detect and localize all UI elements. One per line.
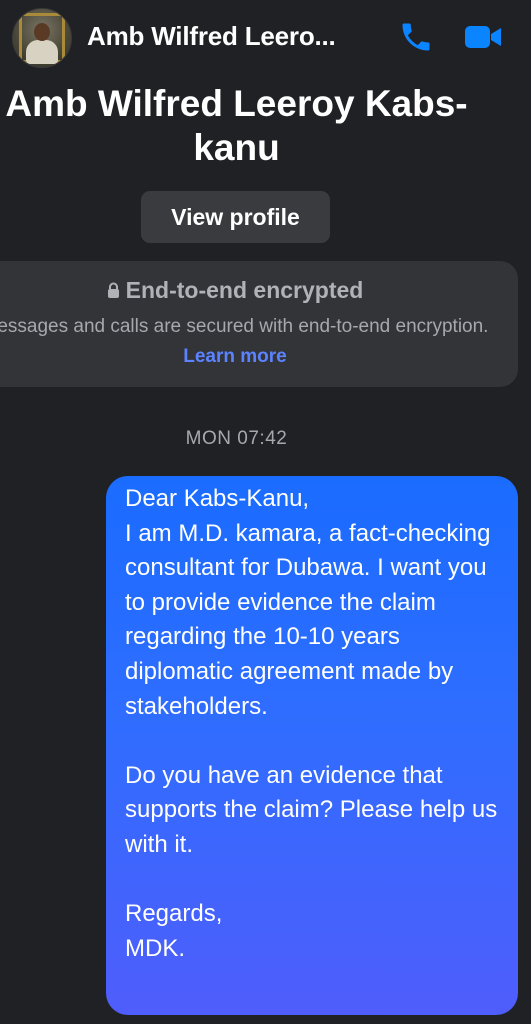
conversation-header: Amb Wilfred Leero... [0, 0, 531, 76]
avatar-face [34, 23, 50, 41]
message-timestamp: MON 07:42 [185, 428, 288, 449]
video-call-button[interactable] [462, 16, 504, 58]
contact-name-title[interactable]: Amb Wilfred Leero... [87, 21, 336, 52]
encryption-notice-card: End-to-end encrypted Messages and calls … [0, 261, 518, 387]
encryption-title: End-to-end encrypted [0, 277, 490, 304]
learn-more-link[interactable]: Learn more [183, 346, 286, 367]
view-profile-button[interactable]: View profile [141, 191, 330, 243]
outgoing-message-bubble[interactable]: Dear Kabs-Kanu, I am M.D. kamara, a fact… [106, 476, 518, 1015]
avatar-shirt [26, 40, 58, 64]
video-camera-icon [465, 26, 501, 48]
message-text: Dear Kabs-Kanu, I am M.D. kamara, a fact… [125, 485, 498, 962]
encryption-description: Messages and calls are secured with end-… [0, 312, 490, 372]
contact-avatar[interactable] [12, 8, 72, 68]
profile-name-heading: Amb Wilfred Leeroy Kabs-kanu [5, 83, 468, 168]
lock-icon [107, 282, 119, 298]
encryption-description-text: Messages and calls are secured with end-… [0, 316, 489, 337]
phone-icon [402, 23, 430, 51]
encryption-title-text: End-to-end encrypted [125, 277, 364, 303]
voice-call-button[interactable] [395, 16, 437, 58]
